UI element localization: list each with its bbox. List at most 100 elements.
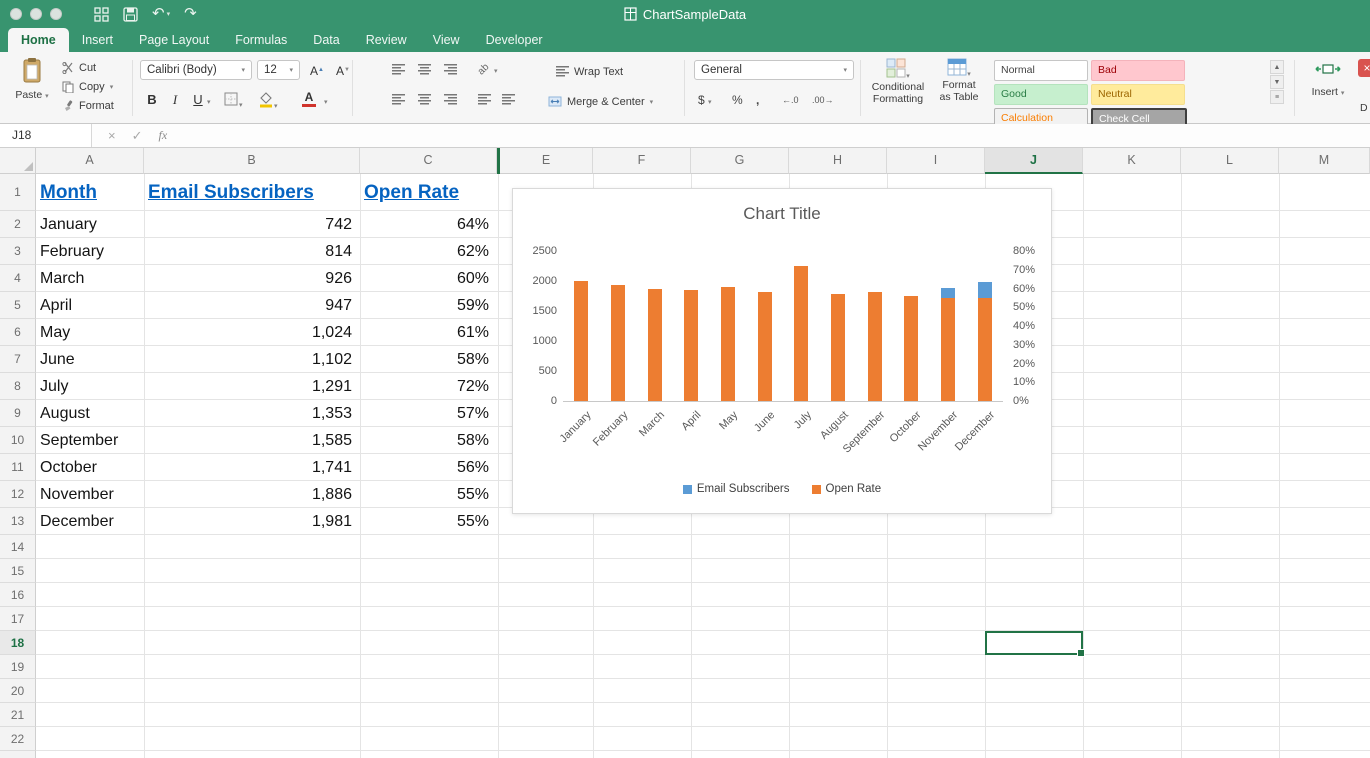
tab-data[interactable]: Data [300, 28, 352, 52]
column-header-f[interactable]: F [593, 148, 691, 174]
row-header-21[interactable]: 21 [0, 703, 36, 727]
number-format-select[interactable]: General▾ [694, 60, 854, 80]
grid-cell[interactable]: October [40, 454, 136, 481]
row-header-18[interactable]: 18 [0, 631, 36, 655]
format-painter-button[interactable]: Format [62, 98, 114, 113]
column-header-m[interactable]: M [1279, 148, 1370, 174]
row-header-4[interactable]: 4 [0, 265, 36, 292]
row-header-19[interactable]: 19 [0, 655, 36, 679]
grid-cell[interactable]: 1,353 [148, 400, 352, 427]
font-size-select[interactable]: 12▾ [257, 60, 300, 80]
comma-format-button[interactable]: , [756, 91, 759, 109]
fill-handle[interactable] [1077, 649, 1085, 657]
tab-review[interactable]: Review [353, 28, 420, 52]
column-header-g[interactable]: G [691, 148, 789, 174]
increase-indent-icon[interactable] [502, 94, 515, 105]
active-cell-selection[interactable] [985, 631, 1083, 655]
cell-style-bad[interactable]: Bad [1091, 60, 1185, 81]
row-header-7[interactable]: 7 [0, 346, 36, 373]
row-header-10[interactable]: 10 [0, 427, 36, 454]
tab-page-layout[interactable]: Page Layout [126, 28, 222, 52]
grid-cell[interactable]: 59% [364, 292, 489, 319]
column-header-j[interactable]: J [985, 148, 1083, 174]
chart-bar-open-rate[interactable] [758, 292, 772, 401]
column-header-h[interactable]: H [789, 148, 887, 174]
grid-cell[interactable]: July [40, 373, 136, 400]
align-left-icon[interactable] [392, 94, 405, 105]
chart-bar-open-rate[interactable] [611, 285, 625, 401]
text-orientation-icon[interactable]: ab [476, 62, 492, 78]
grid-cell[interactable]: December [40, 508, 136, 535]
grid-cell[interactable]: 1,024 [148, 319, 352, 346]
name-box[interactable]: J18 [0, 124, 92, 147]
legend-item[interactable]: Open Rate [812, 483, 882, 495]
format-as-table-button[interactable]: ▾ Formatas Table [932, 58, 986, 103]
cell-style-normal[interactable]: Normal [994, 60, 1088, 81]
column-header-a[interactable]: A [36, 148, 144, 174]
grid-cell[interactable]: November [40, 481, 136, 508]
row-header-15[interactable]: 15 [0, 559, 36, 583]
delete-cells-icon[interactable]: × [1358, 59, 1370, 77]
chart-bar-open-rate[interactable] [904, 296, 918, 401]
chart-bar-open-rate[interactable] [794, 266, 808, 401]
currency-format-button[interactable]: $ ▾ [698, 91, 712, 109]
chart-bar-open-rate[interactable] [574, 281, 588, 401]
copy-button[interactable]: Copy ▾ [62, 79, 114, 94]
row-header-5[interactable]: 5 [0, 292, 36, 319]
grid-cell[interactable]: September [40, 427, 136, 454]
chart-overlay[interactable]: Chart Title Email SubscribersOpen Rate 0… [512, 188, 1052, 514]
font-name-select[interactable]: Calibri (Body)▾ [140, 60, 252, 80]
underline-button[interactable]: U [188, 90, 208, 110]
tab-developer[interactable]: Developer [473, 28, 556, 52]
grid-cell[interactable]: 1,291 [148, 373, 352, 400]
borders-button[interactable]: ▾ [224, 92, 243, 110]
column-header-l[interactable]: L [1181, 148, 1279, 174]
grid-cell[interactable]: 64% [364, 211, 489, 238]
bold-button[interactable]: B [142, 90, 162, 110]
chart-legend[interactable]: Email Subscribers Open Rate [513, 483, 1051, 495]
paste-button[interactable]: Paste ▾ [6, 57, 58, 103]
italic-button[interactable]: I [165, 90, 185, 110]
grid-cell[interactable]: January [40, 211, 136, 238]
conditional-formatting-button[interactable]: ▾ ConditionalFormatting [868, 58, 928, 105]
row-header-16[interactable]: 16 [0, 583, 36, 607]
align-center-icon[interactable] [418, 94, 431, 105]
row-header-8[interactable]: 8 [0, 373, 36, 400]
row-header-11[interactable]: 11 [0, 454, 36, 481]
chart-title[interactable]: Chart Title [513, 204, 1051, 224]
table-header-cell[interactable]: Month [40, 174, 140, 211]
legend-item[interactable]: Email Subscribers [683, 483, 790, 495]
chart-bar-open-rate[interactable] [868, 292, 882, 401]
grid-cell[interactable]: 61% [364, 319, 489, 346]
wrap-text-button[interactable]: Wrap Text [556, 64, 623, 79]
grid-cell[interactable]: 60% [364, 265, 489, 292]
grid-cell[interactable]: 56% [364, 454, 489, 481]
column-header-b[interactable]: B [144, 148, 360, 174]
gallery-scroll-down-icon[interactable]: ▼ [1270, 75, 1284, 89]
tab-view[interactable]: View [420, 28, 473, 52]
decrease-indent-icon[interactable] [478, 94, 491, 105]
spreadsheet-grid[interactable]: Chart Title Email SubscribersOpen Rate 0… [0, 148, 1370, 758]
grid-cell[interactable]: June [40, 346, 136, 373]
row-header-6[interactable]: 6 [0, 319, 36, 346]
grid-cell[interactable]: 1,981 [148, 508, 352, 535]
row-header-20[interactable]: 20 [0, 679, 36, 703]
row-header-14[interactable]: 14 [0, 535, 36, 559]
grid-cell[interactable]: 58% [364, 346, 489, 373]
table-header-cell[interactable]: Email Subscribers [148, 174, 356, 211]
grid-cell[interactable]: 55% [364, 481, 489, 508]
row-header-9[interactable]: 9 [0, 400, 36, 427]
grid-cell[interactable]: 742 [148, 211, 352, 238]
grid-cell[interactable]: 947 [148, 292, 352, 319]
row-header-1[interactable]: 1 [0, 174, 36, 211]
cut-button[interactable]: Cut [62, 60, 114, 75]
grid-cell[interactable]: 814 [148, 238, 352, 265]
column-header-c[interactable]: C [360, 148, 497, 174]
grid-cell[interactable]: 72% [364, 373, 489, 400]
grid-cell[interactable]: May [40, 319, 136, 346]
column-header-i[interactable]: I [887, 148, 985, 174]
chart-bar-open-rate[interactable] [648, 289, 662, 402]
align-top-icon[interactable] [392, 64, 405, 75]
grid-cell[interactable]: 1,102 [148, 346, 352, 373]
grid-cell[interactable]: 62% [364, 238, 489, 265]
